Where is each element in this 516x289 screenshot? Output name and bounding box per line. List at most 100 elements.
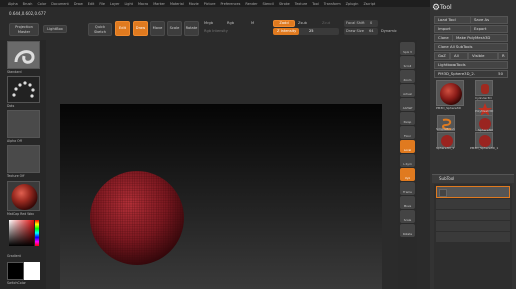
all-button[interactable]: All <box>450 52 468 60</box>
move-icon[interactable]: Move <box>400 196 415 209</box>
menu-item-zplugin[interactable]: Zplugin <box>346 2 359 6</box>
save-as-button[interactable]: Save As <box>470 16 508 24</box>
persp-icon[interactable]: Persp <box>400 112 415 125</box>
r-button[interactable]: R <box>498 52 508 60</box>
subtool-header[interactable]: SubTool <box>432 174 514 183</box>
primary-color-swatch[interactable] <box>7 262 24 280</box>
scale-button[interactable]: Scale <box>167 21 182 36</box>
import-button[interactable]: Import <box>434 25 472 33</box>
rotate-button[interactable]: Rotate <box>184 21 199 36</box>
zoom-icon[interactable]: Zoom <box>400 70 415 83</box>
color-picker-square[interactable] <box>9 220 34 246</box>
alpha-thumbnail[interactable] <box>7 110 40 138</box>
actual-icon[interactable]: Actual <box>400 84 415 97</box>
local-icon[interactable]: Local <box>400 140 415 153</box>
menu-item-stroke[interactable]: Stroke <box>279 2 290 6</box>
dynamic-toggle[interactable]: Dynamic <box>381 29 397 33</box>
subtool-item-selected[interactable] <box>436 186 510 198</box>
rotate-icon[interactable]: Rotate <box>400 224 415 237</box>
menu-item-preferences[interactable]: Preferences <box>220 2 240 6</box>
edit-button[interactable]: Edit <box>115 21 130 36</box>
stroke-thumbnail[interactable] <box>7 76 40 103</box>
document-canvas[interactable] <box>60 104 382 289</box>
current-tool-slider[interactable]: PM3D_Sphere3D_2. 50 <box>434 70 508 78</box>
menu-item-movie[interactable]: Movie <box>189 2 199 6</box>
switch-color-swatches[interactable] <box>7 262 40 280</box>
menu-item-layer[interactable]: Layer <box>110 2 119 6</box>
menu-item-transform[interactable]: Transform <box>324 2 341 6</box>
menu-item-file[interactable]: File <box>99 2 105 6</box>
visible-button[interactable]: Visible <box>468 52 498 60</box>
m-toggle[interactable]: M <box>251 21 254 25</box>
subtool-slot-5[interactable] <box>436 232 510 242</box>
menu-item-marker[interactable]: Marker <box>153 2 165 6</box>
subtool-slot-4[interactable] <box>436 221 510 231</box>
rgb-toggle[interactable]: Rgb <box>227 21 234 25</box>
menu-item-alpha[interactable]: Alpha <box>8 2 18 6</box>
scale-icon[interactable]: Scale <box>400 210 415 223</box>
floor-icon[interactable]: Floor <box>400 126 415 139</box>
hue-strip[interactable] <box>35 220 39 246</box>
menu-item-brush[interactable]: Brush <box>23 2 33 6</box>
menu-item-stencil[interactable]: Stencil <box>262 2 273 6</box>
menu-item-document[interactable]: Document <box>51 2 69 6</box>
menu-item-texture[interactable]: Texture <box>295 2 307 6</box>
z-intensity-slider[interactable]: Z Intensity 25 <box>273 28 339 35</box>
draw-button[interactable]: Draw <box>133 21 148 36</box>
color-picker[interactable] <box>7 218 40 251</box>
lightbox-button[interactable]: LightBox <box>43 25 67 33</box>
brush-thumbnail[interactable] <box>7 41 40 69</box>
xyz-icon[interactable]: Xyz <box>400 168 415 181</box>
move-button[interactable]: Move <box>150 21 165 36</box>
zoom-label: Zoom <box>403 78 412 82</box>
zadd-button[interactable]: Zadd <box>273 20 295 27</box>
menu-item-tool[interactable]: Tool <box>312 2 319 6</box>
clone-button[interactable]: Clone <box>434 34 454 42</box>
tool-thumb-polymesh[interactable] <box>475 100 493 116</box>
tool-label-1: PM3D_Sphere3D <box>436 106 461 110</box>
l-sym-icon[interactable]: L.Sym <box>400 154 415 167</box>
aahalf-icon[interactable]: AAHalf <box>400 98 415 111</box>
quick-sketch-button[interactable]: Quick Sketch <box>88 23 112 36</box>
local-label: Local <box>403 148 412 152</box>
menu-item-render[interactable]: Render <box>245 2 257 6</box>
menu-item-edit[interactable]: Edit <box>88 2 95 6</box>
load-tool-button[interactable]: Load Tool <box>434 16 472 24</box>
tool-thumb-pm3d-sphere[interactable] <box>436 80 464 106</box>
subtool-slot-2[interactable] <box>436 199 510 209</box>
gradient-label[interactable]: Gradient <box>7 254 21 258</box>
lightbox-tools-button[interactable]: Lightbox▸Tools <box>434 61 508 69</box>
menu-item-zscript[interactable]: Zscript <box>363 2 375 6</box>
rgb-intensity-slider[interactable]: Rgb Intensity <box>204 29 228 33</box>
draw-size-slider[interactable]: Draw Size 64 <box>344 28 378 35</box>
subtool-slot-3[interactable] <box>436 210 510 220</box>
frame-icon[interactable]: Frame <box>400 182 415 195</box>
menu-item-draw[interactable]: Draw <box>74 2 83 6</box>
tool-title: Tool <box>440 4 452 11</box>
mrgb-toggle[interactable]: Mrgb <box>204 21 213 25</box>
switch-color-label[interactable]: SwitchColor <box>7 281 26 285</box>
material-thumbnail[interactable] <box>7 181 40 211</box>
draw-size-label: Draw Size <box>346 29 364 33</box>
menu-item-picture[interactable]: Picture <box>204 2 216 6</box>
subtool-list[interactable] <box>434 184 512 289</box>
clone-all-subtools-button[interactable]: Clone All SubTools <box>434 43 508 51</box>
gear-icon[interactable]: ⚙ <box>432 3 440 13</box>
menu-item-color[interactable]: Color <box>37 2 46 6</box>
export-button[interactable]: Export <box>470 25 508 33</box>
goz-button[interactable]: GoZ <box>434 52 450 60</box>
menu-item-macro[interactable]: Macro <box>138 2 148 6</box>
scroll-icon[interactable]: Scroll <box>400 56 415 69</box>
make-polymesh-button[interactable]: Make PolyMesh3D <box>452 34 508 42</box>
texture-thumbnail[interactable] <box>7 145 40 173</box>
zsub-button[interactable]: Zsub <box>298 21 307 25</box>
menu-item-material[interactable]: Material <box>170 2 184 6</box>
projection-master-button[interactable]: Projection Master <box>9 23 39 36</box>
menu-item-light[interactable]: Light <box>124 2 132 6</box>
zcut-button[interactable]: Zcut <box>322 21 330 25</box>
tool-thumb-cylinder[interactable] <box>475 80 493 96</box>
spix-3-icon[interactable]: Spix 3 <box>400 42 415 55</box>
focal-shift-slider[interactable]: Focal Shift 0 <box>344 20 378 27</box>
secondary-color-swatch[interactable] <box>24 262 40 280</box>
focal-shift-label: Focal Shift <box>346 21 365 25</box>
